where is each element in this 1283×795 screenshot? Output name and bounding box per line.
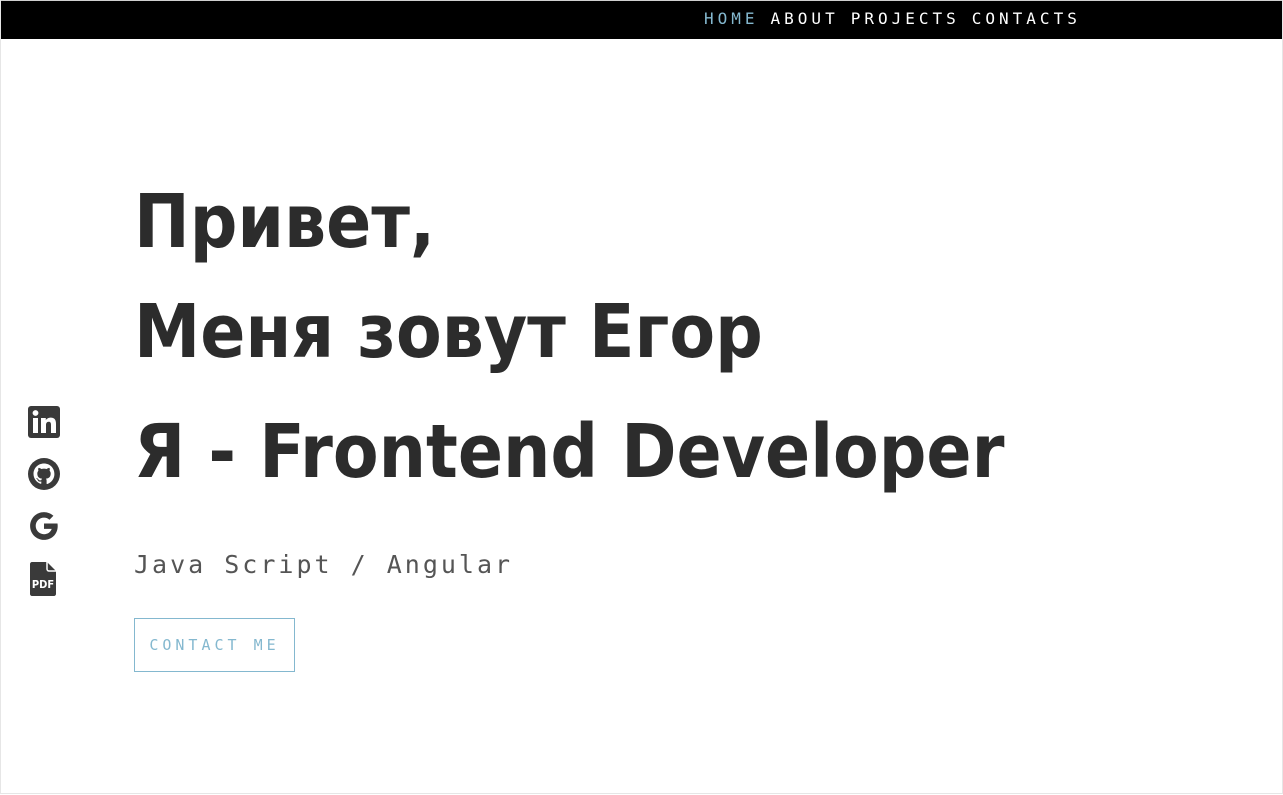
hero-subtitle: Java Script / Angular: [134, 550, 514, 579]
contact-me-button[interactable]: CONTACT ME: [134, 618, 295, 672]
hero-greeting: Привет,: [134, 179, 436, 265]
social-links: PDF: [27, 405, 61, 613]
page: HOME ABOUT PROJECTS CONTACTS PDF Привет,…: [0, 0, 1283, 794]
nav-home-link[interactable]: HOME: [704, 9, 759, 29]
top-navbar: HOME ABOUT PROJECTS CONTACTS: [1, 0, 1282, 39]
hero-section: Привет, Меня зовут Егор Я - Frontend Dev…: [134, 172, 1004, 512]
linkedin-icon[interactable]: [27, 405, 61, 439]
github-icon[interactable]: [27, 457, 61, 491]
nav-projects-link[interactable]: PROJECTS: [851, 9, 960, 29]
google-icon[interactable]: [27, 509, 61, 543]
nav-contacts-link[interactable]: CONTACTS: [972, 9, 1081, 29]
hero-role: Я - Frontend Developer: [134, 409, 1005, 495]
pdf-icon-label: PDF: [32, 578, 54, 591]
pdf-icon[interactable]: PDF: [27, 561, 61, 596]
hero-name: Меня зовут Егор: [134, 289, 763, 375]
nav-menu: HOME ABOUT PROJECTS CONTACTS: [704, 9, 1093, 29]
nav-about-link[interactable]: ABOUT: [771, 9, 839, 29]
